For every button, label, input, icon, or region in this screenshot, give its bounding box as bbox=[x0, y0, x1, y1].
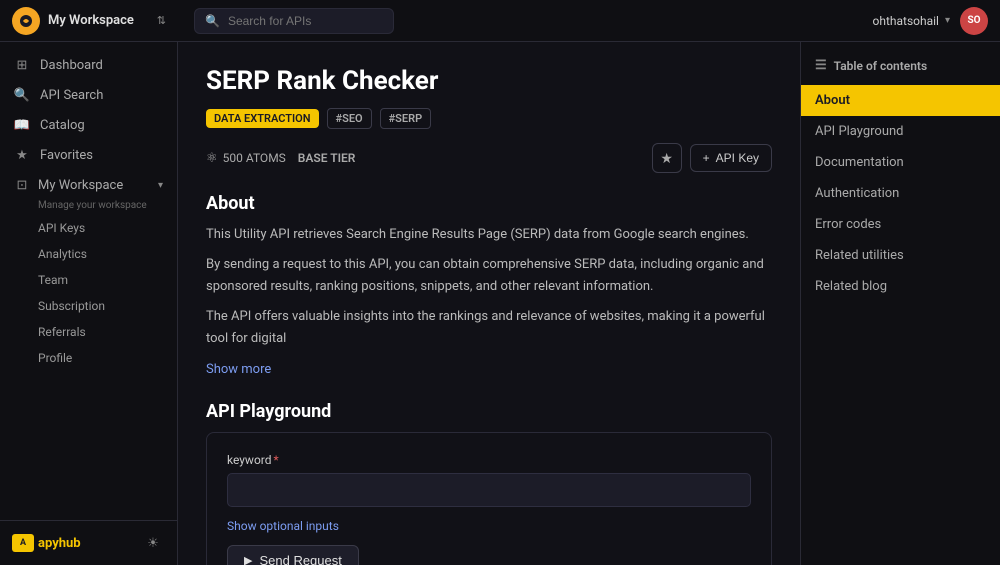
sidebar-item-subscription[interactable]: Subscription bbox=[0, 293, 177, 319]
sidebar-sub-items: API Keys Analytics Team Subscription Ref… bbox=[0, 215, 177, 371]
sidebar-item-catalog-label: Catalog bbox=[40, 118, 85, 133]
workspace-logo-icon bbox=[12, 7, 40, 35]
toc-item-about[interactable]: About bbox=[801, 85, 1000, 116]
keyword-input[interactable] bbox=[227, 473, 751, 507]
dashboard-icon: ⊞ bbox=[14, 57, 30, 73]
sidebar-item-team[interactable]: Team bbox=[0, 267, 177, 293]
sidebar-item-favorites-label: Favorites bbox=[40, 148, 93, 163]
send-request-label: Send Request bbox=[259, 553, 341, 565]
sidebar-workspace-header[interactable]: ⊡ My Workspace ▾ bbox=[0, 170, 177, 200]
user-initials: SO bbox=[967, 15, 980, 26]
sidebar-workspace-section: ⊡ My Workspace ▾ Manage your workspace A… bbox=[0, 170, 177, 375]
main-layout: ⊞ Dashboard 🔍 API Search 📖 Catalog ★ Fav… bbox=[0, 42, 1000, 565]
sidebar-item-favorites[interactable]: ★ Favorites bbox=[0, 140, 177, 170]
sidebar-workspace-label: My Workspace bbox=[38, 178, 123, 193]
sidebar-item-api-search[interactable]: 🔍 API Search bbox=[0, 80, 177, 110]
search-icon: 🔍 bbox=[205, 14, 220, 28]
tag-serp: #SERP bbox=[380, 108, 432, 129]
toc-item-api-playground[interactable]: API Playground bbox=[801, 116, 1000, 147]
user-dropdown-chevron-icon: ▾ bbox=[945, 15, 950, 26]
workspace-name-label: My Workspace bbox=[48, 13, 149, 28]
api-search-icon: 🔍 bbox=[14, 87, 30, 103]
topbar: My Workspace ⇅ 🔍 ohthatsohail ▾ SO bbox=[0, 0, 1000, 42]
playground-heading: API Playground bbox=[206, 401, 772, 422]
tag-row: DATA EXTRACTION #SEO #SERP bbox=[206, 108, 772, 129]
toc-item-related-utilities[interactable]: Related utilities bbox=[801, 240, 1000, 271]
api-key-button[interactable]: + API Key bbox=[690, 144, 772, 172]
apyhub-logo: A apyhub bbox=[12, 534, 81, 552]
about-paragraph-1: This Utility API retrieves Search Engine… bbox=[206, 224, 772, 246]
sidebar-workspace-sublabel: Manage your workspace bbox=[0, 200, 177, 215]
page-title: SERP Rank Checker bbox=[206, 66, 772, 96]
toc-icon: ☰ bbox=[815, 58, 827, 73]
workspace-chevron-icon: ⇅ bbox=[157, 14, 166, 27]
toc-item-authentication[interactable]: Authentication bbox=[801, 178, 1000, 209]
workspace-selector[interactable]: My Workspace ⇅ bbox=[0, 7, 178, 35]
playground-section: API Playground keyword* Show optional in… bbox=[206, 401, 772, 565]
sidebar-item-api-search-label: API Search bbox=[40, 88, 103, 103]
search-box[interactable]: 🔍 bbox=[194, 8, 394, 34]
api-key-label: API Key bbox=[716, 151, 759, 165]
toc-header: ☰ Table of contents bbox=[801, 58, 1000, 85]
workspace-expand-icon: ▾ bbox=[158, 180, 163, 191]
about-paragraph-2: By sending a request to this API, you ca… bbox=[206, 254, 772, 298]
workspace-icon: ⊡ bbox=[14, 177, 30, 193]
apyhub-logo-icon: A bbox=[12, 534, 34, 552]
sidebar: ⊞ Dashboard 🔍 API Search 📖 Catalog ★ Fav… bbox=[0, 42, 178, 565]
sidebar-item-profile[interactable]: Profile bbox=[0, 345, 177, 371]
favorite-button[interactable]: ★ bbox=[652, 143, 682, 173]
about-heading: About bbox=[206, 193, 772, 214]
theme-icon: ☀ bbox=[147, 536, 159, 551]
search-area: 🔍 bbox=[178, 8, 873, 34]
atoms-badge: ⚛ 500 ATOMS bbox=[206, 151, 286, 166]
sidebar-item-api-keys[interactable]: API Keys bbox=[0, 215, 177, 241]
user-dropdown[interactable]: ohthatsohail ▾ bbox=[873, 14, 950, 28]
sidebar-item-catalog[interactable]: 📖 Catalog bbox=[0, 110, 177, 140]
content-area: SERP Rank Checker DATA EXTRACTION #SEO #… bbox=[178, 42, 800, 565]
send-request-button[interactable]: ▶ Send Request bbox=[227, 545, 359, 565]
toc-item-related-blog[interactable]: Related blog bbox=[801, 271, 1000, 302]
search-input[interactable] bbox=[228, 14, 368, 28]
meta-row: ⚛ 500 ATOMS BASE TIER ★ + API Key bbox=[206, 143, 772, 173]
sidebar-nav: ⊞ Dashboard 🔍 API Search 📖 Catalog ★ Fav… bbox=[0, 42, 177, 520]
sidebar-bottom: A apyhub ☀ bbox=[0, 520, 177, 565]
playground-box: keyword* Show optional inputs ▶ Send Req… bbox=[206, 432, 772, 565]
user-name-label: ohthatsohail bbox=[873, 14, 939, 28]
atoms-icon: ⚛ bbox=[206, 151, 218, 166]
toc-sidebar: ☰ Table of contents About API Playground… bbox=[800, 42, 1000, 565]
sidebar-item-referrals[interactable]: Referrals bbox=[0, 319, 177, 345]
favorites-icon: ★ bbox=[14, 147, 30, 163]
keyword-field-label: keyword* bbox=[227, 453, 751, 467]
catalog-icon: 📖 bbox=[14, 117, 30, 133]
sidebar-item-analytics[interactable]: Analytics bbox=[0, 241, 177, 267]
tag-data-extraction: DATA EXTRACTION bbox=[206, 109, 319, 128]
tier-badge: BASE TIER bbox=[298, 151, 356, 165]
api-key-icon: + bbox=[703, 151, 710, 165]
about-paragraph-3: The API offers valuable insights into th… bbox=[206, 306, 772, 350]
show-optional-link[interactable]: Show optional inputs bbox=[227, 519, 751, 533]
user-avatar[interactable]: SO bbox=[960, 7, 988, 35]
show-more-link[interactable]: Show more bbox=[206, 362, 271, 377]
play-icon: ▶ bbox=[244, 554, 252, 565]
toc-item-documentation[interactable]: Documentation bbox=[801, 147, 1000, 178]
atoms-count: 500 ATOMS bbox=[223, 151, 286, 165]
theme-toggle-button[interactable]: ☀ bbox=[141, 531, 165, 555]
sidebar-item-dashboard-label: Dashboard bbox=[40, 58, 103, 73]
tag-seo: #SEO bbox=[327, 108, 372, 129]
required-indicator: * bbox=[274, 453, 279, 467]
user-area: ohthatsohail ▾ SO bbox=[873, 7, 988, 35]
apyhub-logo-text: apyhub bbox=[38, 536, 81, 551]
toc-header-label: Table of contents bbox=[834, 59, 927, 73]
sidebar-item-dashboard[interactable]: ⊞ Dashboard bbox=[0, 50, 177, 80]
meta-actions: ★ + API Key bbox=[652, 143, 772, 173]
toc-item-error-codes[interactable]: Error codes bbox=[801, 209, 1000, 240]
